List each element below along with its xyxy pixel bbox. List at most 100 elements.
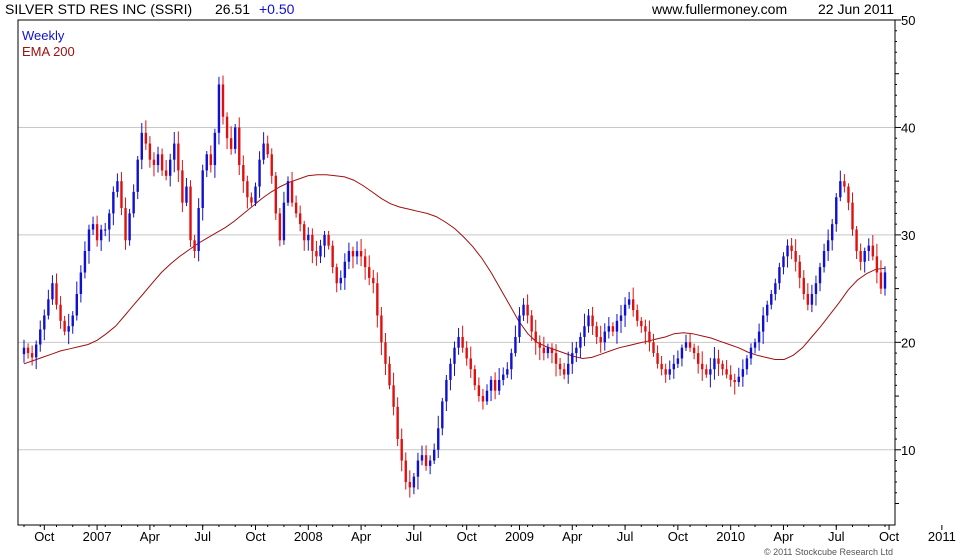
candle-body [786, 245, 789, 257]
candle-week-15 [83, 241, 87, 279]
candle-body [278, 213, 282, 241]
candle-body [400, 439, 403, 461]
candle-week-99 [424, 445, 428, 471]
candle-body [705, 369, 708, 375]
x-tick-label-10: Apr [562, 529, 583, 544]
candle-body [388, 363, 391, 386]
candle-week-42 [193, 234, 196, 259]
candle-body [217, 84, 221, 133]
candle-body [725, 369, 728, 375]
candle-week-39 [181, 159, 184, 213]
candle-week-128 [542, 336, 546, 361]
x-tick-label-4: Oct [245, 529, 266, 544]
candle-week-75 [327, 230, 330, 250]
candle-week-211 [879, 260, 883, 295]
candle-week-19 [99, 224, 103, 251]
candle-body [250, 197, 253, 203]
candle-body [729, 374, 732, 380]
candle-week-136 [575, 341, 578, 362]
candle-body [164, 170, 168, 176]
candle-body [461, 336, 464, 348]
candle-week-112 [477, 377, 481, 402]
candle-week-156 [656, 345, 659, 369]
candle-week-148 [623, 297, 627, 328]
candle-body [156, 154, 160, 166]
candle-week-58 [258, 151, 261, 198]
candle-week-49 [221, 75, 225, 125]
candle-body [745, 358, 749, 370]
candle-body [258, 159, 261, 187]
candle-body [493, 379, 497, 391]
candle-body [319, 245, 322, 257]
candle-week-169 [709, 357, 712, 388]
candle-week-94 [404, 452, 407, 490]
candle-body [688, 342, 692, 348]
candle-body [384, 342, 387, 364]
candle-body [67, 326, 70, 332]
candle-body [51, 283, 54, 300]
candle-body [343, 261, 347, 278]
candle-body [546, 347, 550, 354]
candle-week-28 [136, 155, 139, 200]
candle-body [701, 363, 704, 370]
candle-week-200 [835, 193, 838, 232]
candle-week-9 [59, 296, 62, 329]
candle-week-64 [282, 191, 286, 245]
candle-week-197 [822, 243, 826, 273]
candle-week-131 [554, 344, 558, 377]
candle-body [721, 363, 724, 370]
candle-week-199 [831, 218, 834, 251]
candle-body [420, 455, 424, 461]
candle-week-157 [660, 355, 663, 376]
candle-body [664, 369, 667, 375]
candle-body [347, 251, 351, 262]
x-tick-label-3: Jul [194, 529, 211, 544]
candle-body [197, 208, 200, 252]
candle-week-48 [217, 76, 221, 145]
candle-week-8 [55, 273, 58, 310]
candle-week-86 [372, 269, 375, 294]
candle-week-97 [416, 452, 420, 490]
candle-week-203 [847, 183, 850, 211]
candle-body [607, 326, 611, 332]
candle-body [851, 202, 854, 230]
candle-body [684, 342, 688, 348]
candle-week-168 [705, 364, 708, 378]
candle-week-110 [469, 346, 472, 378]
candle-body [274, 175, 278, 214]
candle-week-62 [274, 171, 278, 221]
candle-week-150 [631, 287, 635, 317]
candle-week-127 [538, 335, 541, 361]
x-tick-label-8: Oct [457, 529, 478, 544]
candle-body [75, 293, 78, 316]
candle-week-186 [778, 262, 781, 290]
candle-body [506, 369, 509, 375]
candle-body [668, 369, 671, 375]
candle-body [331, 245, 334, 268]
candle-body [692, 347, 696, 354]
candle-body [294, 202, 298, 214]
candle-body [847, 186, 850, 203]
candle-body [875, 256, 879, 273]
candle-body [473, 369, 477, 386]
candle-week-163 [684, 334, 688, 351]
x-tick-label-9: 2009 [505, 529, 534, 544]
candle-body [303, 224, 306, 241]
candle-body [128, 213, 131, 241]
candle-body [55, 283, 58, 305]
candle-body [355, 251, 359, 257]
candle-week-144 [607, 317, 611, 339]
candle-body [229, 138, 233, 149]
candle-body [810, 293, 814, 305]
candle-week-63 [278, 207, 282, 247]
x-tick-label-15: Jul [828, 529, 845, 544]
candle-body [457, 336, 460, 348]
candle-body [465, 347, 468, 359]
candle-body [148, 143, 152, 160]
candle-body [193, 240, 196, 252]
candle-week-198 [826, 229, 830, 261]
candle-body [339, 277, 342, 284]
candle-week-10 [63, 315, 66, 336]
candle-body [680, 347, 684, 359]
candle-body [380, 315, 383, 343]
